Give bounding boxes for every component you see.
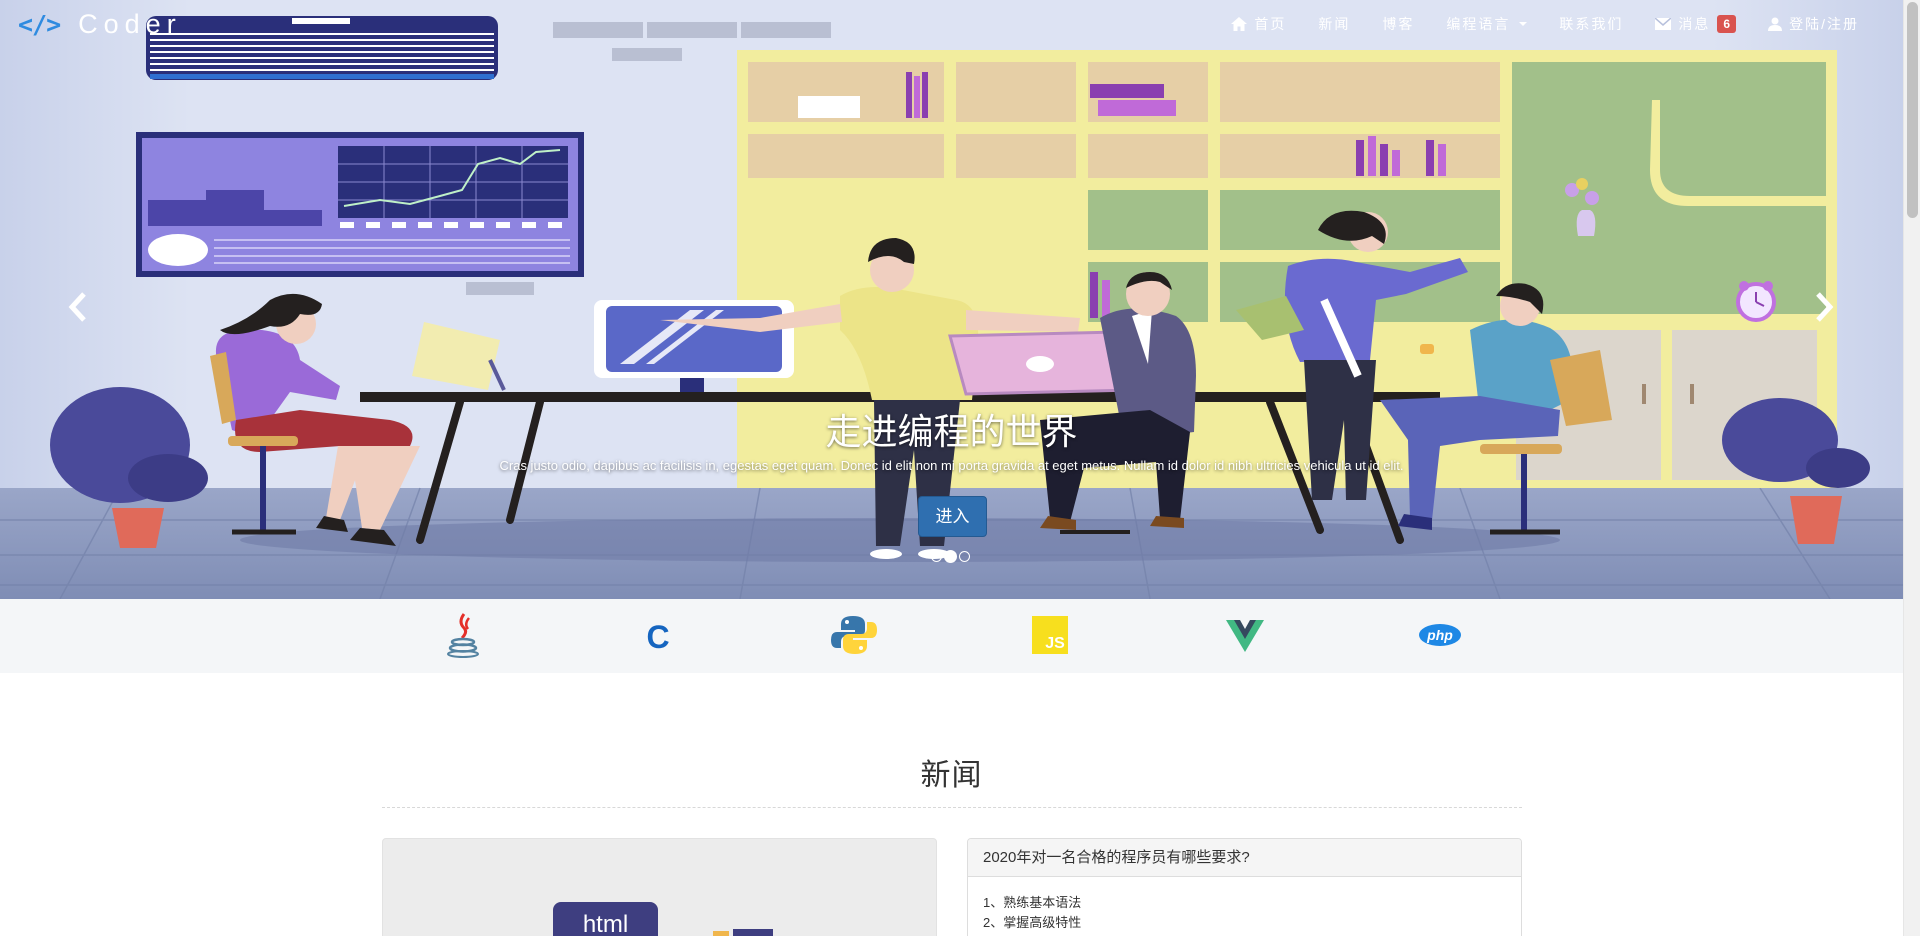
carousel-text: Cras justo odio, dapibus ac facilisis in… bbox=[499, 458, 1404, 473]
news-article-item: 2、掌握高级特性 bbox=[983, 915, 1082, 930]
scrollbar-thumb[interactable] bbox=[1907, 2, 1918, 218]
nav-blog[interactable]: 博客 bbox=[1366, 14, 1430, 34]
brand-name: Coder bbox=[78, 8, 182, 39]
java-icon bbox=[447, 613, 479, 658]
caret-down-icon bbox=[1519, 22, 1528, 26]
hero-carousel: </> Coder 首页 新闻 博客 编程语言 联系我们 消息 6 登陆/注册 … bbox=[0, 0, 1903, 599]
python-icon bbox=[831, 616, 877, 654]
news-section-title: 新闻 bbox=[920, 759, 983, 792]
page-scrollbar[interactable] bbox=[1903, 0, 1920, 936]
nav-messages[interactable]: 消息 6 bbox=[1639, 14, 1752, 34]
nav-contact-label: 联系我们 bbox=[1559, 16, 1624, 32]
nav-blog-label: 博客 bbox=[1382, 16, 1415, 32]
brand-logo[interactable]: </> Coder bbox=[18, 8, 182, 40]
lang-vue[interactable] bbox=[1220, 612, 1270, 658]
nav-messages-label: 消息 bbox=[1678, 16, 1711, 32]
carousel-indicator-3[interactable] bbox=[959, 551, 970, 562]
carousel-title: 走进编程的世界 bbox=[825, 411, 1078, 452]
carousel-indicator-1[interactable] bbox=[931, 551, 942, 562]
news-article-title[interactable]: 2020年对一名合格的程序员有哪些要求? bbox=[968, 839, 1521, 877]
nav-login[interactable]: 登陆/注册 bbox=[1752, 14, 1875, 34]
top-navbar: </> Coder 首页 新闻 博客 编程语言 联系我们 消息 6 登陆/注册 bbox=[0, 0, 1903, 48]
image-deco-bar bbox=[733, 929, 773, 936]
nav-languages-dropdown[interactable]: 编程语言 bbox=[1430, 14, 1543, 34]
nav-home[interactable]: 首页 bbox=[1215, 14, 1302, 34]
nav-news-label: 新闻 bbox=[1318, 16, 1351, 32]
chevron-left-icon bbox=[68, 292, 86, 322]
carousel-next-button[interactable] bbox=[1808, 290, 1838, 324]
nav-login-label: 登陆/注册 bbox=[1789, 16, 1859, 32]
svg-text:C: C bbox=[646, 619, 669, 655]
news-divider bbox=[382, 807, 1522, 808]
php-icon: php bbox=[1419, 624, 1461, 646]
nav-contact[interactable]: 联系我们 bbox=[1543, 14, 1639, 34]
carousel-indicator-2[interactable] bbox=[944, 550, 957, 563]
html-tag-graphic: html bbox=[553, 902, 658, 936]
nav-links: 首页 新闻 博客 编程语言 联系我们 消息 6 登陆/注册 bbox=[1215, 0, 1875, 48]
user-icon bbox=[1768, 17, 1783, 31]
nav-home-label: 首页 bbox=[1254, 16, 1287, 32]
home-icon bbox=[1231, 17, 1248, 31]
carousel-indicators bbox=[931, 550, 970, 563]
lang-java[interactable] bbox=[438, 612, 488, 658]
lang-php[interactable]: php bbox=[1415, 612, 1465, 658]
news-article-item: 1、熟练基本语法 bbox=[983, 895, 1082, 910]
lang-c[interactable]: C bbox=[633, 612, 683, 658]
chevron-right-icon bbox=[1816, 292, 1834, 322]
language-icon-bar bbox=[0, 599, 1903, 673]
image-deco-bar bbox=[713, 931, 729, 936]
carousel-prev-button[interactable] bbox=[64, 290, 94, 324]
page: </> Coder 首页 新闻 博客 编程语言 联系我们 消息 6 登陆/注册 … bbox=[0, 0, 1920, 936]
vue-icon bbox=[1226, 620, 1264, 652]
news-featured-image[interactable]: html bbox=[382, 838, 937, 936]
svg-text:JS: JS bbox=[1045, 635, 1065, 652]
envelope-icon bbox=[1655, 18, 1672, 30]
message-count-badge: 6 bbox=[1717, 15, 1737, 33]
enter-button[interactable]: 进入 bbox=[918, 496, 987, 537]
nav-news[interactable]: 新闻 bbox=[1302, 14, 1366, 34]
news-article-body: 1、熟练基本语法 2、掌握高级特性 bbox=[968, 877, 1521, 936]
code-brackets-icon: </> bbox=[18, 9, 61, 39]
news-article-panel: 2020年对一名合格的程序员有哪些要求? 1、熟练基本语法 2、掌握高级特性 bbox=[967, 838, 1522, 936]
lang-python[interactable] bbox=[829, 612, 879, 658]
svg-text:php: php bbox=[1426, 627, 1453, 643]
lang-javascript[interactable]: JS bbox=[1025, 612, 1075, 658]
c-icon: C bbox=[646, 619, 669, 655]
javascript-icon: JS bbox=[1032, 616, 1068, 654]
nav-languages-label: 编程语言 bbox=[1446, 16, 1511, 32]
